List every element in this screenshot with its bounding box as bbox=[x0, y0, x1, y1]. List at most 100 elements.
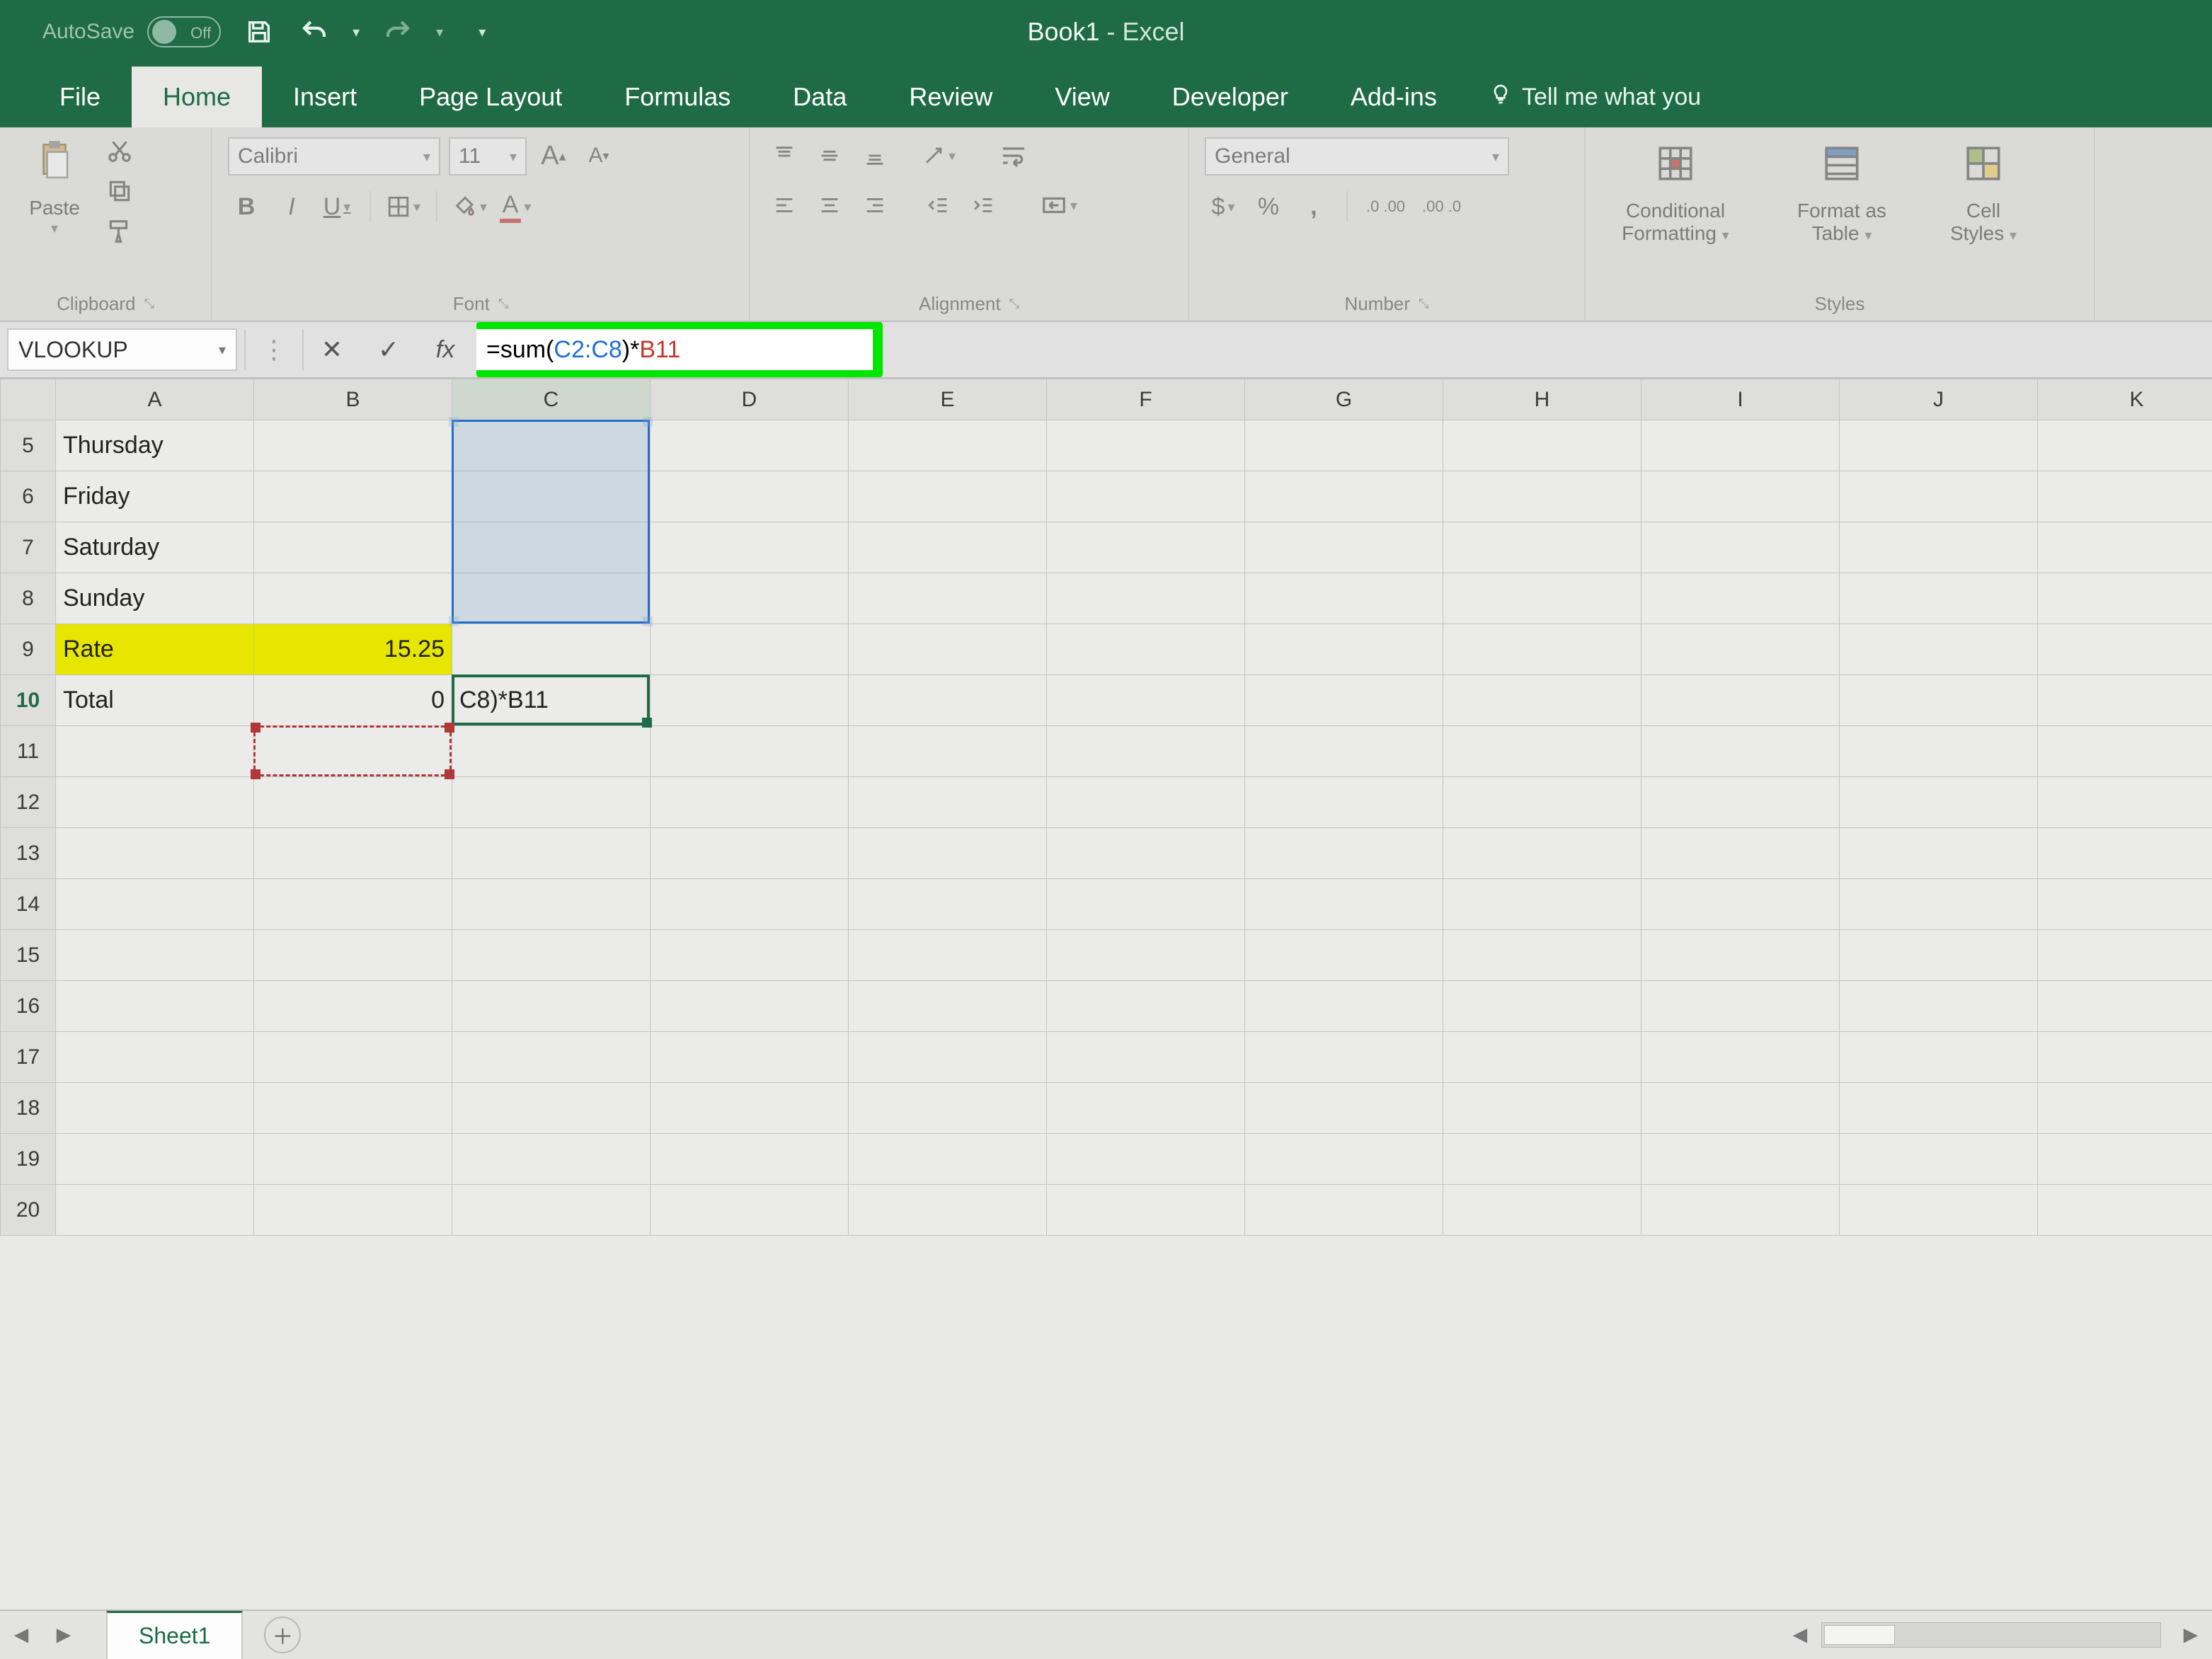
cell[interactable] bbox=[1840, 624, 2038, 675]
cell[interactable] bbox=[2038, 777, 2212, 828]
format-painter-icon[interactable] bbox=[106, 218, 133, 251]
cell[interactable] bbox=[56, 1134, 254, 1185]
cell[interactable] bbox=[651, 522, 849, 573]
align-left-icon[interactable] bbox=[766, 187, 803, 224]
cell[interactable] bbox=[1047, 981, 1245, 1032]
tab-insert[interactable]: Insert bbox=[262, 67, 388, 127]
align-middle-icon[interactable] bbox=[811, 137, 848, 174]
cell[interactable] bbox=[1641, 1083, 1840, 1134]
cell[interactable] bbox=[254, 522, 452, 573]
tab-developer[interactable]: Developer bbox=[1141, 67, 1319, 127]
cell[interactable] bbox=[56, 1185, 254, 1236]
cell[interactable] bbox=[56, 981, 254, 1032]
cell[interactable] bbox=[651, 777, 849, 828]
cell[interactable] bbox=[1047, 471, 1245, 522]
column-header[interactable]: G bbox=[1245, 379, 1443, 420]
cell[interactable] bbox=[1840, 675, 2038, 726]
tab-home[interactable]: Home bbox=[132, 67, 262, 127]
cell[interactable] bbox=[1641, 522, 1840, 573]
horizontal-scrollbar[interactable] bbox=[1821, 1622, 2161, 1648]
formula-input[interactable]: =sum(C2:C8)*B11 bbox=[476, 329, 873, 370]
comma-button[interactable]: , bbox=[1295, 188, 1332, 225]
cell[interactable] bbox=[1245, 879, 1443, 930]
row-header[interactable]: 20 bbox=[1, 1185, 56, 1236]
enter-formula-icon[interactable]: ✓ bbox=[360, 322, 417, 377]
cell[interactable] bbox=[452, 624, 651, 675]
qat-customize-icon[interactable]: ▾ bbox=[478, 23, 486, 41]
cell[interactable] bbox=[651, 675, 849, 726]
cell[interactable] bbox=[254, 1083, 452, 1134]
cell[interactable] bbox=[1245, 1083, 1443, 1134]
cell[interactable] bbox=[651, 930, 849, 981]
row-header[interactable]: 19 bbox=[1, 1134, 56, 1185]
redo-dropdown-icon[interactable]: ▾ bbox=[436, 23, 443, 41]
row-header[interactable]: 7 bbox=[1, 522, 56, 573]
cell[interactable] bbox=[849, 777, 1047, 828]
cell[interactable] bbox=[452, 573, 651, 624]
cell[interactable] bbox=[56, 777, 254, 828]
increase-indent-icon[interactable] bbox=[965, 187, 1002, 224]
cell[interactable] bbox=[2038, 1185, 2212, 1236]
sheet-nav-next-icon[interactable]: ► bbox=[42, 1621, 85, 1649]
cell[interactable] bbox=[1443, 471, 1641, 522]
row-header[interactable]: 15 bbox=[1, 930, 56, 981]
cell[interactable] bbox=[2038, 1083, 2212, 1134]
hscroll-right-icon[interactable]: ► bbox=[2170, 1621, 2212, 1649]
undo-icon[interactable] bbox=[297, 15, 331, 49]
cell[interactable] bbox=[1641, 777, 1840, 828]
cell[interactable]: 15.25 bbox=[254, 624, 452, 675]
cell[interactable] bbox=[254, 930, 452, 981]
cell[interactable] bbox=[452, 1185, 651, 1236]
currency-button[interactable]: $▾ bbox=[1205, 188, 1242, 225]
cell[interactable] bbox=[452, 981, 651, 1032]
cell[interactable] bbox=[2038, 471, 2212, 522]
cell[interactable] bbox=[452, 1083, 651, 1134]
cell[interactable] bbox=[1443, 1134, 1641, 1185]
border-button[interactable]: ▾ bbox=[385, 188, 422, 225]
tell-me-search[interactable]: Tell me what you bbox=[1468, 67, 1722, 127]
tab-review[interactable]: Review bbox=[878, 67, 1024, 127]
tab-addins[interactable]: Add-ins bbox=[1319, 67, 1468, 127]
format-as-table-button[interactable]: Format as Table ▾ bbox=[1778, 143, 1906, 245]
cell[interactable] bbox=[1047, 522, 1245, 573]
cell[interactable] bbox=[651, 828, 849, 879]
cell[interactable] bbox=[1641, 981, 1840, 1032]
cell[interactable] bbox=[254, 1032, 452, 1083]
tab-data[interactable]: Data bbox=[762, 67, 878, 127]
cell[interactable] bbox=[849, 981, 1047, 1032]
cell[interactable] bbox=[254, 879, 452, 930]
cell[interactable] bbox=[452, 777, 651, 828]
cell[interactable] bbox=[1840, 930, 2038, 981]
cell[interactable] bbox=[56, 879, 254, 930]
column-header[interactable]: D bbox=[651, 379, 849, 420]
cell[interactable] bbox=[1047, 828, 1245, 879]
cell[interactable] bbox=[1641, 675, 1840, 726]
cell[interactable] bbox=[1443, 930, 1641, 981]
cell[interactable] bbox=[2038, 981, 2212, 1032]
align-center-icon[interactable] bbox=[811, 187, 848, 224]
alignment-dialog-icon[interactable]: ⤡ bbox=[1009, 297, 1019, 311]
paste-button[interactable]: Paste ▾ bbox=[16, 137, 93, 237]
cell[interactable] bbox=[651, 573, 849, 624]
save-icon[interactable] bbox=[242, 15, 276, 49]
column-header[interactable]: B bbox=[254, 379, 452, 420]
number-dialog-icon[interactable]: ⤡ bbox=[1419, 297, 1428, 311]
merge-center-icon[interactable]: ▾ bbox=[1041, 187, 1077, 224]
cell[interactable] bbox=[2038, 828, 2212, 879]
cell[interactable]: Saturday bbox=[56, 522, 254, 573]
hscroll-left-icon[interactable]: ◄ bbox=[1779, 1621, 1821, 1649]
cell[interactable] bbox=[849, 573, 1047, 624]
column-header[interactable]: J bbox=[1840, 379, 2038, 420]
cell[interactable]: Sunday bbox=[56, 573, 254, 624]
align-bottom-icon[interactable] bbox=[856, 137, 893, 174]
cell[interactable] bbox=[56, 930, 254, 981]
row-header[interactable]: 9 bbox=[1, 624, 56, 675]
cell[interactable] bbox=[1245, 1134, 1443, 1185]
decrease-indent-icon[interactable] bbox=[920, 187, 957, 224]
cell[interactable] bbox=[1443, 1185, 1641, 1236]
cell[interactable] bbox=[1047, 420, 1245, 471]
cell[interactable] bbox=[1047, 1185, 1245, 1236]
cell[interactable] bbox=[1840, 828, 2038, 879]
cell[interactable] bbox=[1840, 573, 2038, 624]
cell[interactable] bbox=[1443, 828, 1641, 879]
